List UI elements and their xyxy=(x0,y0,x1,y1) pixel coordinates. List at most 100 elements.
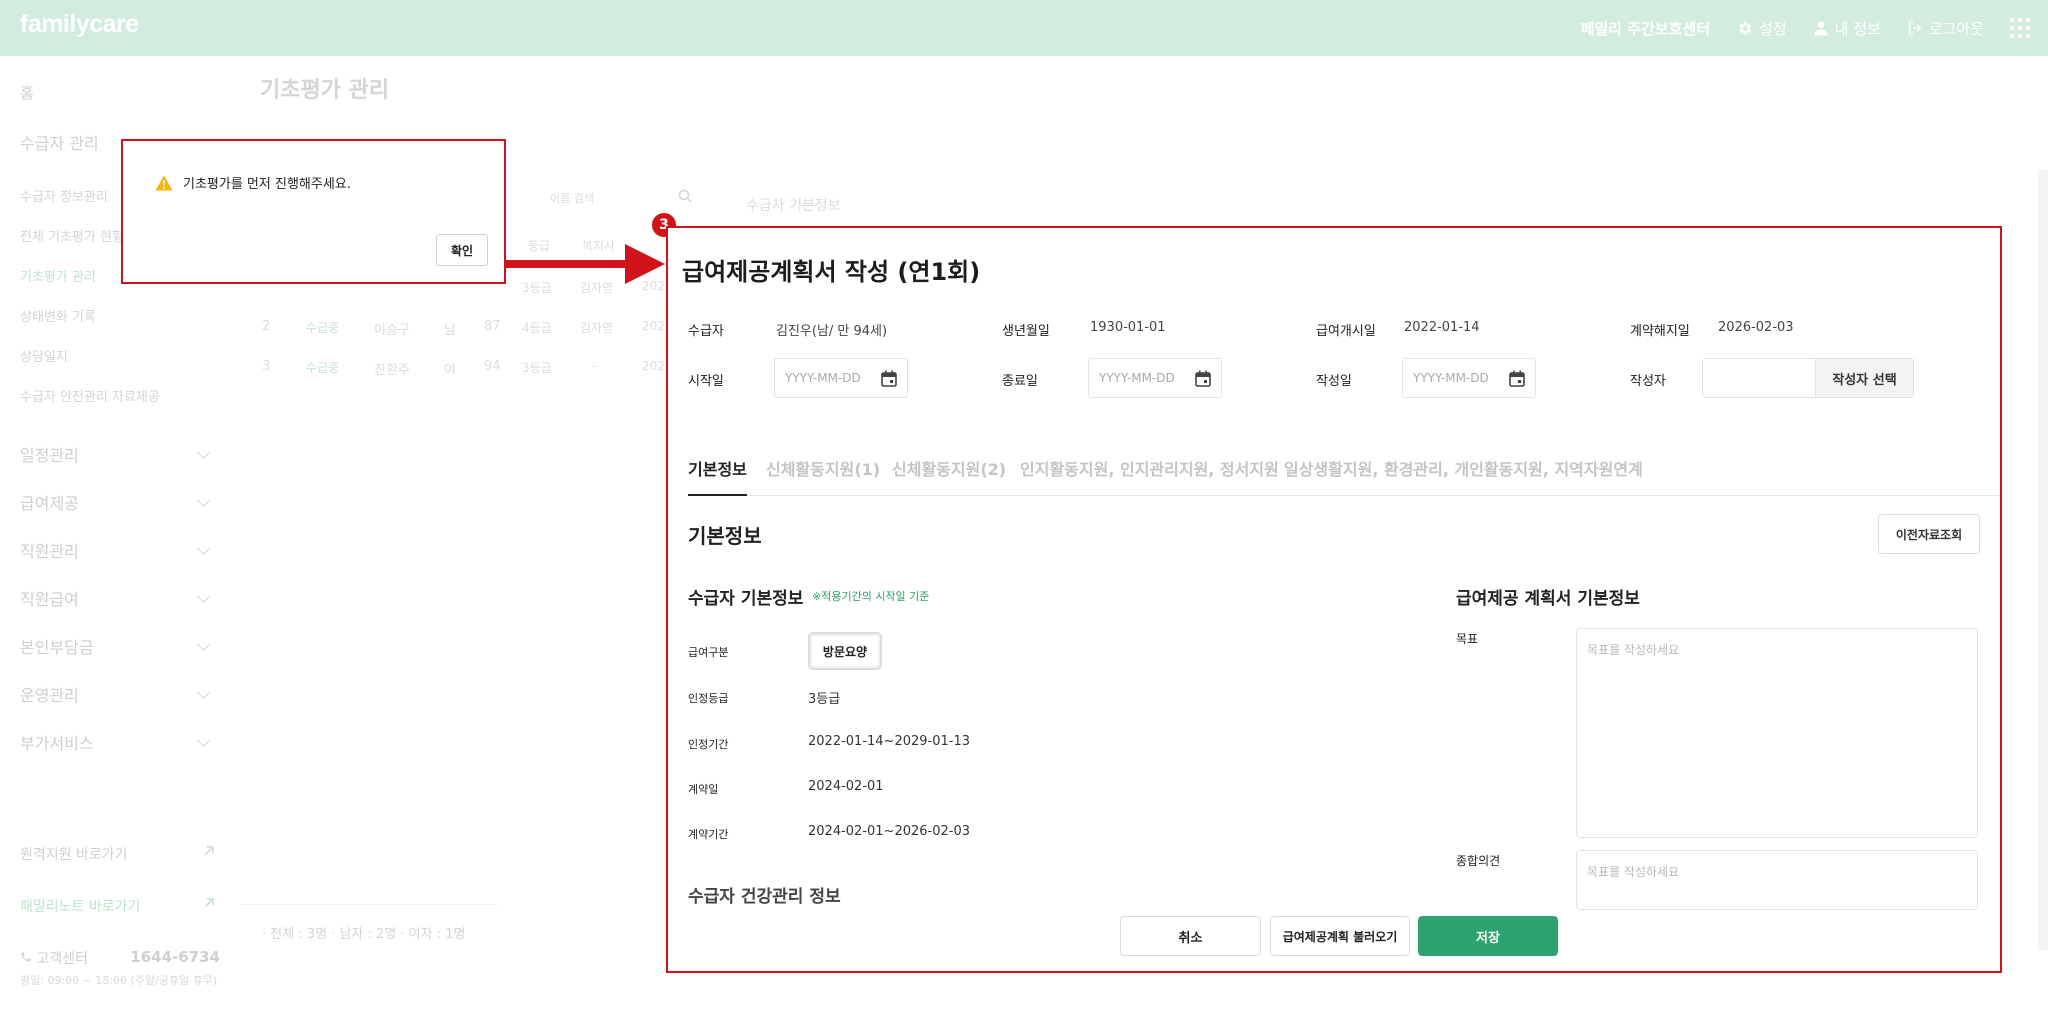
sidebar-group-benefit[interactable]: 급여제공 xyxy=(20,490,216,514)
writer-label: 작성자 xyxy=(1630,374,1666,389)
chevron-down-icon xyxy=(197,589,210,603)
settings-link[interactable]: 설정 xyxy=(1736,18,1787,39)
load-plan-button[interactable]: 급여제공계획 불러오기 xyxy=(1270,916,1410,956)
end-date-input[interactable]: YYYY-MM-DD xyxy=(1088,358,1222,398)
sidebar-group-operation[interactable]: 운영관리 xyxy=(20,682,216,706)
bg-cell: 2 xyxy=(262,319,271,334)
alert-message: 기초평가를 먼저 진행해주세요. xyxy=(155,173,351,192)
grade-value: 3등급 xyxy=(808,692,841,707)
gear-icon xyxy=(1739,21,1752,35)
customer-phone: 1644-6734 xyxy=(130,948,220,966)
sidebar-group-payroll[interactable]: 직원급여 xyxy=(20,586,216,610)
logout-icon xyxy=(1908,21,1922,35)
tab-daily-life[interactable]: 일상생활지원, 환경관리, 개인활동지원, 지역자원연계 xyxy=(1284,456,1643,496)
external-link-icon xyxy=(204,898,214,908)
goal-textarea[interactable]: 목표를 작성하세요 xyxy=(1576,628,1978,838)
sidebar-group-label: 급여제공 xyxy=(20,494,79,513)
tab-basic-info[interactable]: 기본정보 xyxy=(688,456,747,496)
cert-period-label: 인정기간 xyxy=(688,738,729,751)
scrollbar[interactable] xyxy=(2038,170,2048,950)
contract-period-value: 2024-02-01~2026-02-03 xyxy=(808,824,970,839)
app-grid-icon[interactable] xyxy=(2010,18,2030,38)
bg-cell: 진환주 xyxy=(374,363,410,378)
bg-cell: 남 xyxy=(444,323,456,338)
writer-input[interactable] xyxy=(1703,359,1815,397)
benefit-start-value: 2022-01-14 xyxy=(1404,320,1480,335)
sidebar-group-copay[interactable]: 본인부담금 xyxy=(20,634,216,658)
sidebar-item-recipient-mgmt[interactable]: 수급자 관리 xyxy=(20,130,99,154)
sidebar-group-schedule[interactable]: 일정관리 xyxy=(20,442,216,466)
tab-cognitive[interactable]: 인지활동지원, 인지관리지원, 정서지원 xyxy=(1020,456,1279,496)
bg-cell: 87 xyxy=(484,319,501,334)
sidebar-item-home[interactable]: 홈 xyxy=(20,82,34,103)
recipient-basic-note: ※적용기간의 시작일 기준 xyxy=(812,590,930,603)
sidebar-group-label: 운영관리 xyxy=(20,686,79,705)
date-placeholder: YYYY-MM-DD xyxy=(785,371,861,385)
prev-data-button[interactable]: 이전자료조회 xyxy=(1878,514,1980,554)
sidebar-subitem-counseling[interactable]: 상담일지 xyxy=(20,346,68,365)
sidebar-group-staff[interactable]: 직원관리 xyxy=(20,538,216,562)
bg-search-input[interactable]: 이름 검색 xyxy=(550,190,594,206)
sidebar-subitem-recipient-info[interactable]: 수급자 정보관리 xyxy=(20,186,108,205)
writer-select-button[interactable]: 작성자 선택 xyxy=(1815,359,1913,397)
date-placeholder: YYYY-MM-DD xyxy=(1413,371,1489,385)
center-name: 페밀리 주간보호센터 xyxy=(1580,19,1711,38)
date-placeholder: YYYY-MM-DD xyxy=(1099,371,1175,385)
section-title: 기본정보 xyxy=(688,524,762,548)
sidebar-group-label: 부가서비스 xyxy=(20,734,94,753)
customer-hours: 평일: 09:00 ~ 18:00 (주말/공휴일 휴무) xyxy=(20,974,218,987)
sidebar-subitem-status-change[interactable]: 상태변화 기록 xyxy=(20,306,96,325)
bg-cell: 여 xyxy=(444,363,456,378)
end-date-label: 종료일 xyxy=(1002,374,1038,389)
bg-summary: · 전체 : 3명 · 남자 : 2명 · 여자 : 1명 xyxy=(262,927,466,942)
alert-dialog: 기초평가를 먼저 진행해주세요. 확인 xyxy=(121,139,506,284)
benefit-type-chip[interactable]: 방문요양 xyxy=(808,632,882,670)
alert-confirm-button[interactable]: 확인 xyxy=(436,234,488,266)
chevron-down-icon xyxy=(197,685,210,699)
modal-title: 급여제공계획서 작성 (연1회) xyxy=(682,258,981,286)
user-icon xyxy=(1813,21,1828,36)
start-date-label: 시작일 xyxy=(688,374,724,389)
alert-message-text: 기초평가를 먼저 진행해주세요. xyxy=(183,177,351,192)
recipient-basic-title: 수급자 기본정보 xyxy=(688,589,804,609)
plan-modal: 급여제공계획서 작성 (연1회) 수급자 김진우(남/ 만 94세) 생년월일 … xyxy=(666,226,2002,973)
bg-cell: 수급중 xyxy=(306,321,340,335)
bg-cell: 3 xyxy=(262,359,271,374)
bg-cell: 4등급 xyxy=(522,321,552,335)
chevron-down-icon xyxy=(197,493,210,507)
sidebar-group-label: 직원관리 xyxy=(20,542,79,561)
search-icon[interactable] xyxy=(678,189,692,203)
opinion-textarea[interactable]: 목표를 작성하세요 xyxy=(1576,850,1978,910)
phone-icon xyxy=(21,952,31,962)
calendar-icon[interactable] xyxy=(1195,370,1211,387)
cancel-button[interactable]: 취소 xyxy=(1120,916,1261,956)
written-date-input[interactable]: YYYY-MM-DD xyxy=(1402,358,1536,398)
benefit-start-label: 급여개시일 xyxy=(1316,324,1376,339)
tab-physical-2[interactable]: 신체활동지원(2) xyxy=(892,456,1006,496)
sidebar-subitem-all-assessment[interactable]: 전체 기초평가 현황 xyxy=(20,226,124,245)
bg-cell: 94 xyxy=(484,359,501,374)
sidebar-subitem-assessment-mgmt[interactable]: 기초평가 관리 xyxy=(20,266,96,285)
bg-cell: 202 xyxy=(642,359,665,373)
bg-cell: 3등급 xyxy=(522,361,552,375)
external-link-icon xyxy=(204,846,214,856)
calendar-icon[interactable] xyxy=(1509,370,1525,387)
bg-cell: 수급중 xyxy=(306,361,340,375)
tab-physical-1[interactable]: 신체활동지원(1) xyxy=(766,456,880,496)
remote-support-link[interactable]: 원격지원 바로가기 xyxy=(20,844,216,864)
family-note-link[interactable]: 패밀리노트 바로가기 xyxy=(20,896,216,916)
contract-period-label: 계약기간 xyxy=(688,828,729,841)
goal-label: 목표 xyxy=(1456,632,1479,646)
customer-center: 고객센터 1644-6734 xyxy=(20,948,220,968)
save-button[interactable]: 저장 xyxy=(1418,916,1558,956)
my-info-link[interactable]: 내 정보 xyxy=(1813,18,1881,39)
contract-date-value: 2024-02-01 xyxy=(808,779,884,794)
calendar-icon[interactable] xyxy=(881,370,897,387)
logo[interactable]: familycare xyxy=(20,10,139,39)
start-date-input[interactable]: YYYY-MM-DD xyxy=(774,358,908,398)
chevron-down-icon xyxy=(197,445,210,459)
sidebar-subitem-safety[interactable]: 수급자 안전관리 자료제공 xyxy=(20,386,160,405)
logout-link[interactable]: 로그아웃 xyxy=(1907,18,1984,39)
sidebar-group-addon[interactable]: 부가서비스 xyxy=(20,730,216,754)
bg-right-panel-title: 수급자 기본정보 xyxy=(746,198,841,214)
